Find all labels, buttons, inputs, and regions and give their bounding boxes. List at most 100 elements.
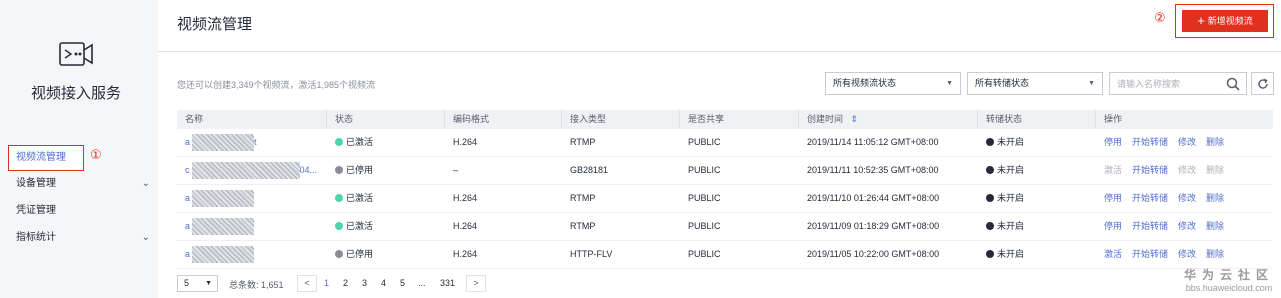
stream-name-prefix[interactable]: a [185, 221, 190, 231]
stream-name-prefix[interactable]: c [185, 165, 190, 175]
created-time-cell: 2019/11/10 01:26:44 GMT+08:00 [807, 193, 940, 203]
callout-two: ② [1154, 11, 1166, 26]
info-icon [986, 250, 994, 258]
stream-status-select[interactable]: 所有视频流状态 ▼ [825, 72, 961, 95]
delete-action[interactable]: 删除 [1206, 193, 1224, 203]
toggle-action[interactable]: 停用 [1104, 137, 1122, 147]
sidebar-item-label: 视频流管理 [16, 152, 66, 163]
caret-down-icon: ▼ [946, 80, 953, 87]
page-number[interactable]: 3 [362, 278, 367, 288]
column-header-created-time[interactable]: 创建时间 ⇕ [799, 110, 858, 129]
redacted-name [192, 190, 255, 208]
caret-down-icon: ▼ [205, 280, 212, 287]
edit-action[interactable]: 修改 [1178, 249, 1196, 259]
delete-action[interactable]: 删除 [1206, 137, 1224, 147]
start-transfer-action[interactable]: 开始转储 [1132, 249, 1168, 259]
page-title: 视频流管理 [177, 16, 253, 33]
add-stream-button[interactable]: + 新增视频流 [1182, 10, 1268, 32]
sidebar-item-credential-management[interactable]: 凭证管理 [0, 198, 158, 224]
app-root: 视频接入服务 视频流管理 设备管理 ⌄ 凭证管理 指标统计 ⌄ ① 视频流管理 … [0, 0, 1281, 298]
table-header: 名称 状态 编码格式 接入类型 是否共享 创建时间 ⇕ 转储状态 操作 [177, 110, 1273, 129]
stream-name-suffix[interactable]: t [254, 137, 257, 147]
toggle-action[interactable]: 激活 [1104, 165, 1122, 175]
start-transfer-action[interactable]: 开始转储 [1132, 221, 1168, 231]
transfer-status-text: 未开启 [997, 221, 1025, 231]
created-time-cell: 2019/11/11 10:52:35 GMT+08:00 [807, 165, 939, 175]
transfer-status-cell: 未开启 [978, 185, 1024, 212]
edit-action[interactable]: 修改 [1178, 193, 1196, 203]
sidebar-item-metrics[interactable]: 指标统计 ⌄ [0, 225, 158, 251]
page-size-select[interactable]: 5 ▼ [177, 275, 218, 292]
stream-name-cell[interactable]: a [177, 213, 255, 240]
toggle-action[interactable]: 停用 [1104, 221, 1122, 231]
status-text: 已停用 [346, 249, 374, 259]
access-type-cell: RTMP [570, 193, 596, 203]
page-number[interactable]: 331 [440, 278, 455, 288]
page-number[interactable]: 5 [400, 278, 405, 288]
stream-name-cell[interactable]: c 04... [177, 157, 317, 184]
status-cell: 已激活 [327, 213, 373, 240]
toggle-action[interactable]: 激活 [1104, 249, 1122, 259]
page-number[interactable]: 2 [343, 278, 348, 288]
status-text: 已停用 [346, 165, 374, 175]
actions-cell: 停用 开始转储 修改 删除 [1096, 185, 1234, 212]
codec-cell: H.264 [453, 249, 478, 259]
stream-name-cell[interactable]: at [177, 129, 257, 156]
page-number[interactable]: 4 [381, 278, 386, 288]
column-header-shared: 是否共享 [688, 114, 725, 124]
status-cell: 已激活 [327, 129, 373, 156]
access-type-cell: HTTP-FLV [570, 249, 613, 259]
toggle-action[interactable]: 停用 [1104, 193, 1122, 203]
start-transfer-action[interactable]: 开始转储 [1132, 165, 1168, 175]
sidebar-item-label: 指标统计 [16, 232, 56, 243]
header-divider [158, 51, 1281, 52]
refresh-button[interactable] [1251, 72, 1274, 95]
edit-action[interactable]: 修改 [1178, 221, 1196, 231]
prev-page-button[interactable]: < [297, 275, 317, 292]
transfer-status-select[interactable]: 所有转储状态 ▼ [967, 72, 1103, 95]
shared-cell: PUBLIC [688, 193, 721, 203]
status-icon [335, 194, 343, 202]
search-input[interactable] [1110, 73, 1218, 94]
info-icon [986, 194, 994, 202]
stream-status-value: 所有视频流状态 [833, 78, 897, 88]
access-type-cell: RTMP [570, 137, 596, 147]
shared-cell: PUBLIC [688, 221, 721, 231]
start-transfer-action[interactable]: 开始转储 [1132, 193, 1168, 203]
delete-action[interactable]: 删除 [1206, 165, 1224, 175]
delete-action[interactable]: 删除 [1206, 221, 1224, 231]
quota-text: 您还可以创建3,349个视频流，激活1,985个视频流 [177, 80, 376, 90]
transfer-status-text: 未开启 [997, 249, 1025, 259]
next-page-button[interactable]: > [466, 275, 486, 292]
sidebar-item-label: 设备管理 [16, 178, 56, 189]
delete-action[interactable]: 删除 [1206, 249, 1224, 259]
column-header-transfer-status: 转储状态 [986, 114, 1023, 124]
start-transfer-action[interactable]: 开始转储 [1132, 137, 1168, 147]
page-number[interactable]: 1 [324, 278, 329, 288]
codec-cell: H.264 [453, 193, 478, 203]
sort-icon[interactable]: ⇕ [851, 114, 859, 124]
table-row: a t 已激活 H.264 RTMP PUBLIC 2019/11/14 11:05:12 … [177, 129, 1273, 157]
transfer-status-text: 未开启 [997, 193, 1025, 203]
stream-name-prefix[interactable]: a [185, 249, 190, 259]
created-time-label: 创建时间 [807, 114, 844, 124]
column-header-codec: 编码格式 [453, 114, 490, 124]
transfer-status-cell: 未开启 [978, 157, 1024, 184]
edit-action[interactable]: 修改 [1178, 165, 1196, 175]
transfer-status-value: 所有转储状态 [975, 78, 1030, 88]
stream-name-suffix[interactable]: 04... [300, 165, 318, 175]
stream-name-cell[interactable]: a [177, 241, 255, 268]
actions-cell: 停用 开始转储 修改 删除 [1096, 213, 1234, 240]
stream-name-prefix[interactable]: a [185, 193, 190, 203]
stream-name-prefix[interactable]: a [185, 137, 190, 147]
sidebar-item-stream-management[interactable]: 视频流管理 [8, 145, 84, 171]
watermark-title: 华为云社区 [1183, 268, 1274, 282]
callout-one: ① [90, 148, 102, 163]
shared-cell: PUBLIC [688, 137, 721, 147]
actions-cell: 激活 开始转储 修改 删除 [1096, 241, 1234, 268]
sidebar-item-device-management[interactable]: 设备管理 ⌄ [0, 171, 158, 197]
search-icon[interactable] [1226, 77, 1240, 91]
edit-action[interactable]: 修改 [1178, 137, 1196, 147]
table-row: a 已激活 H.264 RTMP PUBLIC 2019/11/10 01:26:44 G… [177, 185, 1273, 213]
stream-name-cell[interactable]: a [177, 185, 255, 212]
